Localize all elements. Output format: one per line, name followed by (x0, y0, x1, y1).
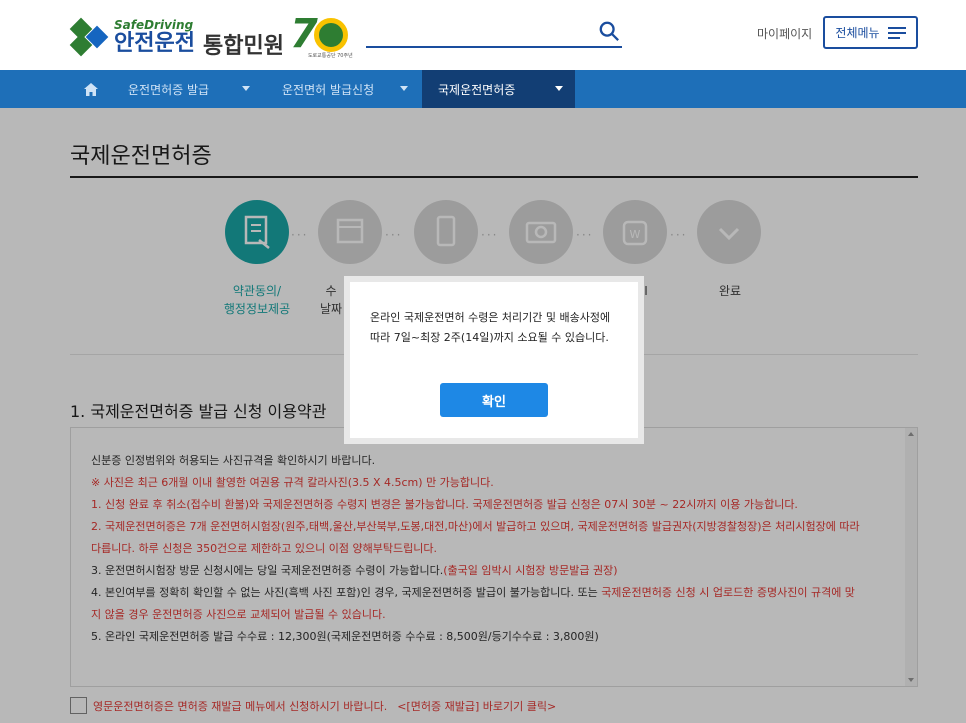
anniversary-zero (313, 18, 348, 52)
nav-item-label: 운전면허 발급신청 (282, 82, 375, 97)
anniversary-70-icon: 7 도로교통공단 70주년 (290, 14, 354, 60)
nav-item-license-apply[interactable]: 운전면허 발급신청 (266, 70, 420, 108)
chevron-down-icon (555, 86, 563, 91)
search-icon[interactable] (598, 20, 620, 42)
alert-message: 온라인 국제운전면허 수령은 처리기간 및 배송사정에 따라 7일~최장 2주(… (370, 308, 630, 348)
alert-message-line: 온라인 국제운전면허 수령은 처리기간 및 배송사정에 (370, 311, 611, 324)
alert-dialog: 온라인 국제운전면허 수령은 처리기간 및 배송사정에 따라 7일~최장 2주(… (344, 276, 644, 444)
home-button[interactable] (70, 70, 112, 108)
anniversary-caption: 도로교통공단 70주년 (307, 53, 353, 59)
main-nav: 운전면허증 발급 운전면허 발급신청 국제운전면허증 (0, 70, 966, 108)
alert-message-line: 따라 7일~최장 2주(14일)까지 소요될 수 있습니다. (370, 331, 609, 344)
all-menu-label: 전체메뉴 (835, 26, 880, 40)
site-header: SafeDriving 안전운전 통합민원 7 도로교통공단 70주년 마이페이… (0, 0, 966, 70)
nav-item-international-license[interactable]: 국제운전면허증 (422, 70, 575, 108)
logo-subtitle: SafeDriving (114, 18, 194, 32)
clover-logo-icon (69, 17, 109, 57)
hamburger-icon (887, 26, 906, 39)
nav-item-label: 운전면허증 발급 (128, 82, 210, 97)
chevron-down-icon (242, 86, 250, 91)
home-icon (84, 82, 98, 96)
site-logo[interactable]: SafeDriving 안전운전 통합민원 7 도로교통공단 70주년 (69, 12, 354, 62)
all-menu-button[interactable]: 전체메뉴 (823, 16, 918, 49)
logo-title: 안전운전 (114, 31, 195, 56)
confirm-button[interactable]: 확인 (440, 383, 548, 417)
search-input[interactable] (366, 18, 622, 48)
nav-item-label: 국제운전면허증 (438, 82, 516, 97)
nav-item-license-issue[interactable]: 운전면허증 발급 (112, 70, 262, 108)
mypage-link[interactable]: 마이페이지 (757, 25, 812, 42)
logo-title-2: 통합민원 (202, 34, 284, 59)
logo-text: SafeDriving 안전운전 (114, 19, 195, 55)
chevron-down-icon (400, 86, 408, 91)
